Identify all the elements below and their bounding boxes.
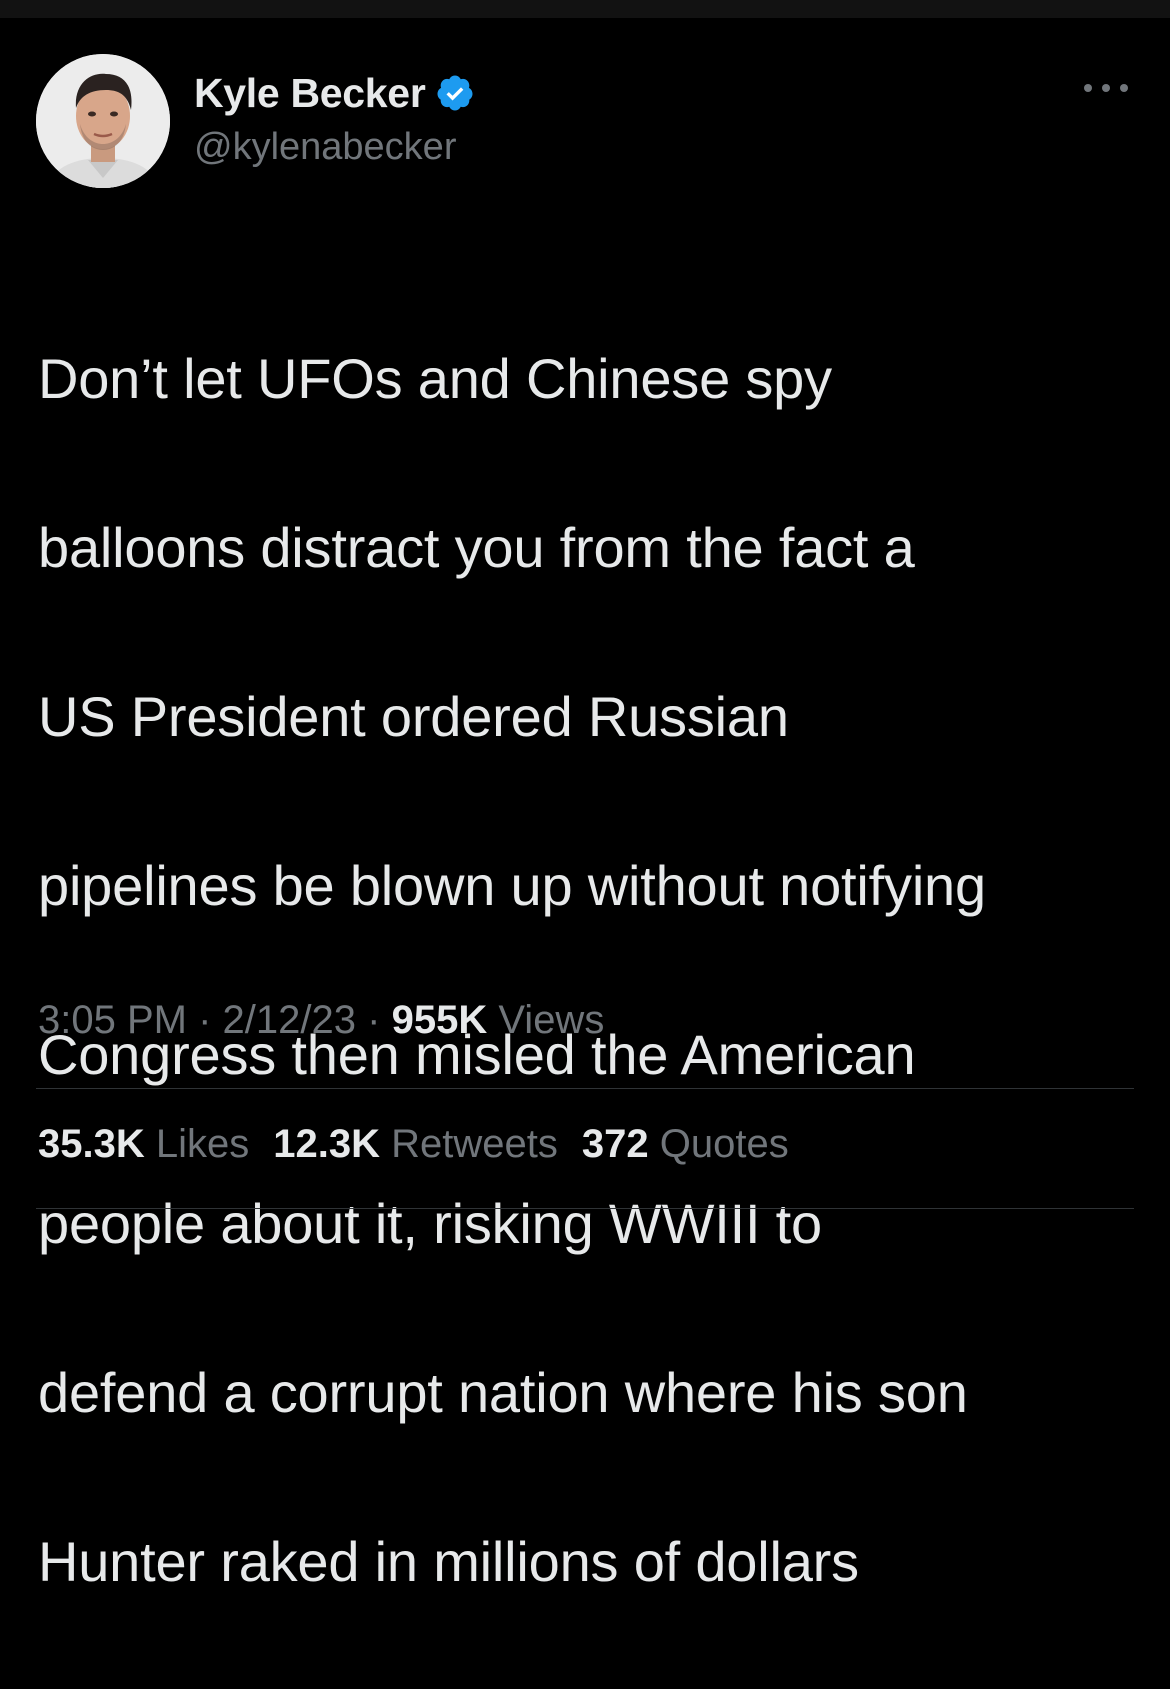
quotes-count: 372 <box>581 1122 649 1166</box>
avatar[interactable] <box>36 54 170 188</box>
quotes-stat[interactable]: 372 Quotes <box>582 1122 789 1167</box>
likes-stat[interactable]: 35.3K Likes <box>38 1122 249 1167</box>
tweet-text-line: defend a corrupt nation where his son <box>38 1360 968 1424</box>
tweet-text-line: pipelines be blown up without notifying <box>38 853 986 917</box>
views-count: 955K <box>391 998 488 1042</box>
tweet-meta: 3:05 PM · 2/12/23 · 955K Views <box>38 998 604 1043</box>
divider <box>36 1088 1134 1089</box>
likes-label: Likes <box>155 1122 250 1166</box>
tweet-text-line: people about it, risking WWIII to <box>38 1191 822 1255</box>
tweet-text: Don’t let UFOs and Chinese spy balloons … <box>38 252 1138 1689</box>
quotes-label: Quotes <box>659 1122 789 1166</box>
likes-count: 35.3K <box>38 1122 145 1166</box>
author-display-name[interactable]: Kyle Becker <box>194 70 426 117</box>
divider <box>36 1208 1134 1209</box>
more-dot <box>1084 84 1092 92</box>
verified-badge-icon[interactable] <box>435 73 475 113</box>
tweet-date[interactable]: 2/12/23 <box>223 998 356 1042</box>
status-bar-strip <box>0 0 1170 18</box>
retweets-count: 12.3K <box>273 1122 381 1166</box>
retweets-label: Retweets <box>391 1122 558 1166</box>
author-name-row: Kyle Becker <box>194 68 475 118</box>
tweet-text-line: Hunter raked in millions of dollars <box>38 1529 859 1593</box>
retweets-stat[interactable]: 12.3K Retweets <box>273 1122 558 1167</box>
avatar-photo-icon <box>36 54 170 188</box>
tweet-text-line: Don’t let UFOs and Chinese spy <box>38 346 832 410</box>
author-handle[interactable]: @kylenabecker <box>194 126 456 169</box>
tweet-time[interactable]: 3:05 PM <box>38 998 187 1042</box>
more-dot <box>1102 84 1110 92</box>
tweet-text-line: US President ordered Russian <box>38 684 789 748</box>
more-options-icon[interactable] <box>1084 80 1128 96</box>
views-label: Views <box>498 998 605 1042</box>
tweet-stats: 35.3K Likes 12.3K Retweets 372 Quotes <box>38 1122 789 1167</box>
tweet-text-line: balloons distract you from the fact a <box>38 515 915 579</box>
tweet-header: Kyle Becker @kylenabecker <box>36 54 1134 194</box>
more-dot <box>1120 84 1128 92</box>
meta-separator: · <box>367 998 381 1042</box>
meta-separator: · <box>198 998 212 1042</box>
